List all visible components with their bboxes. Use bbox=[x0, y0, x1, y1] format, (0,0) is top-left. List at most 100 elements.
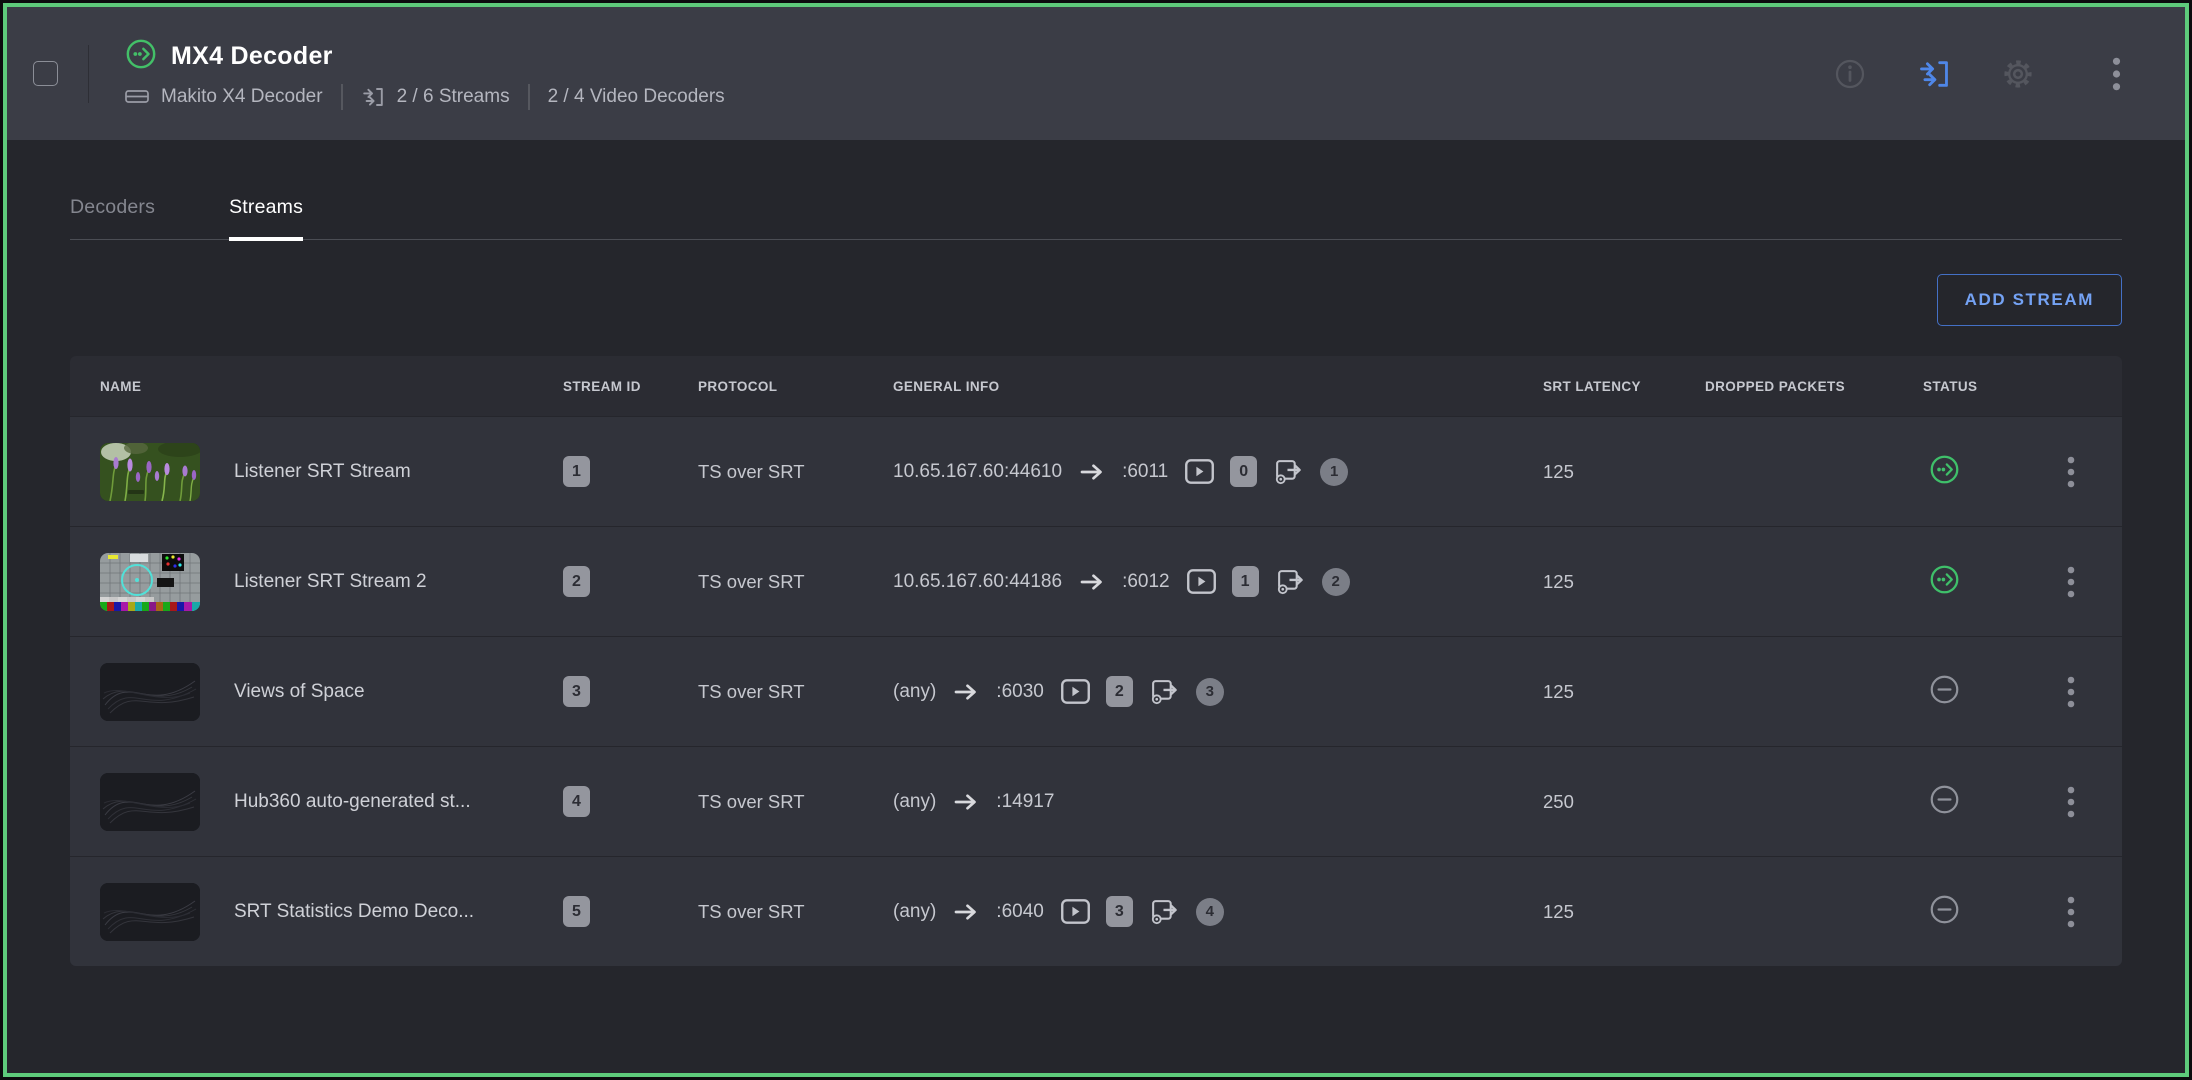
output-number-badge: 1 bbox=[1320, 458, 1348, 486]
column-header-srt-latency: SRT LATENCY bbox=[1543, 379, 1705, 394]
decoder-active-icon bbox=[125, 38, 157, 75]
row-kebab-menu-icon[interactable] bbox=[2062, 451, 2080, 493]
streams-icon bbox=[361, 85, 385, 109]
stream-name: Hub360 auto-generated st... bbox=[234, 791, 471, 813]
stream-id-badge: 2 bbox=[563, 566, 590, 597]
stream-thumbnail bbox=[100, 883, 200, 941]
route-output-icon bbox=[1275, 568, 1306, 596]
stream-id-badge: 3 bbox=[563, 676, 590, 707]
arrow-right-icon bbox=[953, 902, 979, 922]
decoder-number-badge: 2 bbox=[1106, 676, 1133, 707]
general-info-cell: 10.65.167.60:44610 :6011 0 bbox=[893, 456, 1543, 487]
row-kebab-menu-icon[interactable] bbox=[2062, 781, 2080, 823]
play-icon bbox=[1185, 459, 1214, 484]
row-actions-cell bbox=[2043, 561, 2098, 603]
table-row[interactable]: Listener SRT Stream 1 TS over SRT 10.65.… bbox=[70, 416, 2122, 526]
arrow-right-icon bbox=[953, 682, 979, 702]
stream-id-cell: 5 bbox=[563, 896, 698, 927]
row-actions-cell bbox=[2043, 451, 2098, 493]
destination-port: :6030 bbox=[996, 681, 1044, 703]
decoder-number-badge: 1 bbox=[1232, 566, 1259, 597]
row-kebab-menu-icon[interactable] bbox=[2062, 561, 2080, 603]
stream-name: Views of Space bbox=[234, 681, 365, 703]
play-icon bbox=[1061, 679, 1090, 704]
tab-streams[interactable]: Streams bbox=[229, 196, 303, 239]
status-stopped-icon bbox=[1929, 784, 1960, 820]
column-header-dropped-packets: DROPPED PACKETS bbox=[1705, 379, 1923, 394]
gear-icon[interactable] bbox=[2001, 57, 2035, 91]
protocol-cell: TS over SRT bbox=[698, 901, 893, 923]
protocol-cell: TS over SRT bbox=[698, 461, 893, 483]
device-select-checkbox[interactable] bbox=[33, 61, 58, 86]
row-actions-cell bbox=[2043, 671, 2098, 713]
stream-id-cell: 1 bbox=[563, 456, 698, 487]
stream-thumbnail bbox=[100, 663, 200, 721]
info-icon[interactable] bbox=[1833, 57, 1867, 91]
table-row[interactable]: Hub360 auto-generated st... 4 TS over SR… bbox=[70, 746, 2122, 856]
protocol-cell: TS over SRT bbox=[698, 571, 893, 593]
column-header-name: NAME bbox=[100, 379, 563, 394]
stream-name: Listener SRT Stream 2 bbox=[234, 571, 427, 593]
stream-id-badge: 5 bbox=[563, 896, 590, 927]
add-stream-button[interactable]: ADD STREAM bbox=[1937, 274, 2122, 326]
stream-thumbnail bbox=[100, 773, 200, 831]
device-header: MX4 Decoder Makito X4 Decoder bbox=[7, 7, 2185, 140]
play-icon bbox=[1187, 569, 1216, 594]
table-row[interactable]: Listener SRT Stream 2 2 TS over SRT 10.6… bbox=[70, 526, 2122, 636]
srt-latency-cell: 125 bbox=[1543, 461, 1705, 483]
destination-port: :6011 bbox=[1122, 461, 1168, 483]
decoder-number-badge: 0 bbox=[1230, 456, 1257, 487]
thumbnail-dark-art bbox=[100, 773, 200, 831]
device-type-label: Makito X4 Decoder bbox=[161, 86, 323, 108]
arrow-right-icon bbox=[1079, 572, 1105, 592]
general-info-icons: 0 1 bbox=[1185, 456, 1348, 487]
stream-id-cell: 2 bbox=[563, 566, 698, 597]
streams-panel-icon[interactable] bbox=[1917, 57, 1951, 91]
column-header-protocol: PROTOCOL bbox=[698, 379, 893, 394]
tab-decoders[interactable]: Decoders bbox=[70, 196, 155, 239]
general-info-icons: 3 4 bbox=[1061, 896, 1224, 927]
separator bbox=[528, 84, 530, 110]
source-address: (any) bbox=[893, 681, 936, 703]
table-row[interactable]: SRT Statistics Demo Deco... 5 TS over SR… bbox=[70, 856, 2122, 966]
status-active-icon bbox=[1929, 454, 1960, 490]
stream-thumbnail bbox=[100, 553, 200, 611]
status-active-icon bbox=[1929, 564, 1960, 600]
general-info-cell: (any) :6040 3 bbox=[893, 896, 1543, 927]
output-number-badge: 3 bbox=[1196, 678, 1224, 706]
row-kebab-menu-icon[interactable] bbox=[2062, 891, 2080, 933]
streams-table: NAME STREAM ID PROTOCOL GENERAL INFO SRT… bbox=[70, 356, 2122, 966]
device-panel: MX4 Decoder Makito X4 Decoder bbox=[3, 3, 2189, 1077]
protocol-cell: TS over SRT bbox=[698, 791, 893, 813]
stream-table-body: Listener SRT Stream 1 TS over SRT 10.65.… bbox=[70, 416, 2122, 966]
thumbnail-flowers-art bbox=[100, 443, 200, 501]
source-address: (any) bbox=[893, 901, 936, 923]
header-actions bbox=[1833, 57, 2185, 91]
source-address: (any) bbox=[893, 791, 936, 813]
stream-id-badge: 4 bbox=[563, 786, 590, 817]
device-meta: Makito X4 Decoder 2 / 6 Streams 2 / 4 Vi… bbox=[125, 84, 725, 110]
stream-thumbnail bbox=[100, 443, 200, 501]
srt-latency-cell: 250 bbox=[1543, 791, 1705, 813]
name-cell: SRT Statistics Demo Deco... bbox=[100, 883, 563, 941]
stream-name: SRT Statistics Demo Deco... bbox=[234, 901, 474, 923]
name-cell: Listener SRT Stream 2 bbox=[100, 553, 563, 611]
srt-latency-cell: 125 bbox=[1543, 681, 1705, 703]
page-title: MX4 Decoder bbox=[171, 42, 333, 71]
name-cell: Views of Space bbox=[100, 663, 563, 721]
output-number-badge: 4 bbox=[1196, 898, 1224, 926]
status-cell bbox=[1923, 784, 2043, 820]
kebab-menu-icon[interactable] bbox=[2099, 57, 2133, 91]
route-output-icon bbox=[1273, 458, 1304, 486]
row-kebab-menu-icon[interactable] bbox=[2062, 671, 2080, 713]
column-header-status: STATUS bbox=[1923, 379, 2043, 394]
stream-id-cell: 4 bbox=[563, 786, 698, 817]
destination-port: :14917 bbox=[996, 791, 1054, 813]
column-header-general-info: GENERAL INFO bbox=[893, 379, 1543, 394]
table-row[interactable]: Views of Space 3 TS over SRT (any) :6030 bbox=[70, 636, 2122, 746]
toolbar: ADD STREAM bbox=[70, 274, 2122, 326]
thumbnail-testpattern-art bbox=[100, 553, 200, 611]
stream-id-badge: 1 bbox=[563, 456, 590, 487]
app-frame: MX4 Decoder Makito X4 Decoder bbox=[0, 0, 2192, 1080]
table-header-row: NAME STREAM ID PROTOCOL GENERAL INFO SRT… bbox=[70, 356, 2122, 416]
